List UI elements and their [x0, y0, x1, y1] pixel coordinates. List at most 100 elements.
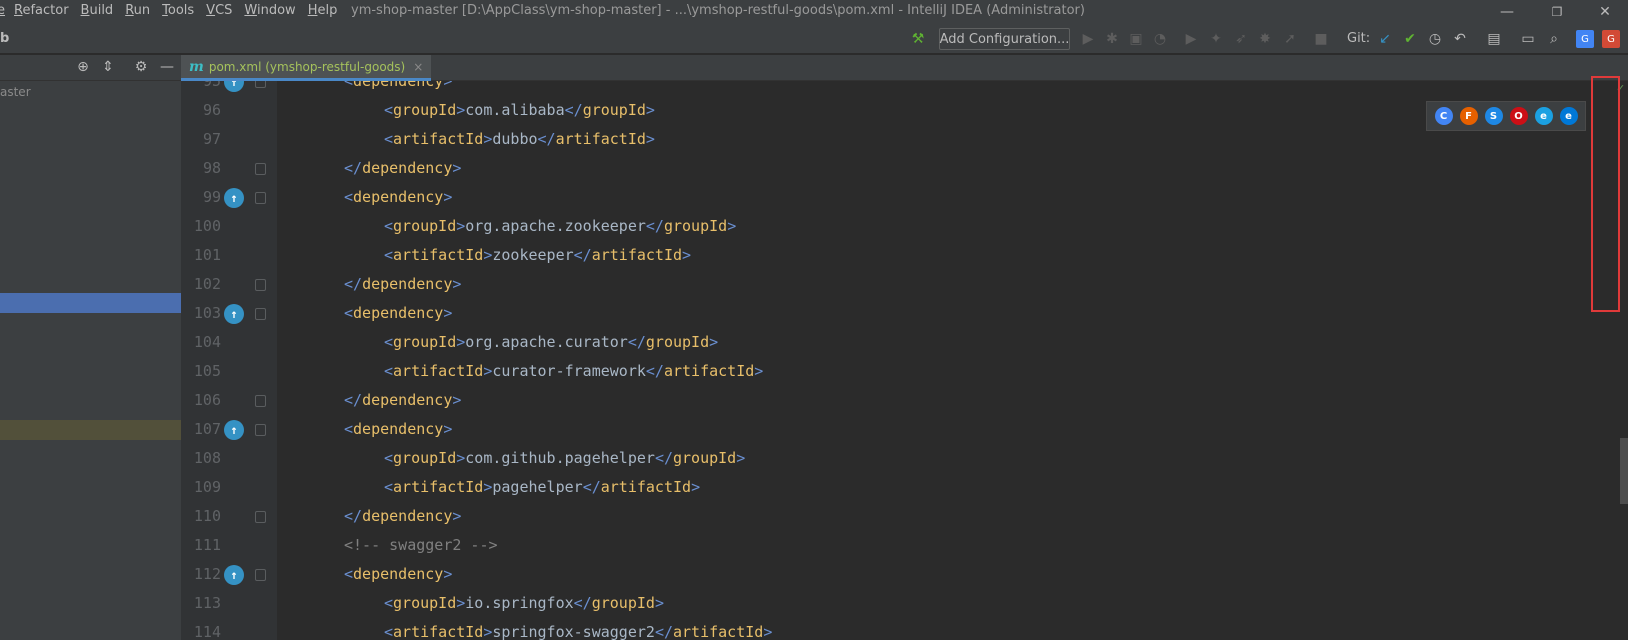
code-text: <!-- swagger2 -->: [344, 531, 498, 560]
fold-marker-icon[interactable]: [255, 395, 266, 407]
minimize-button[interactable]: —: [1484, 0, 1530, 24]
bracket: >: [456, 217, 466, 235]
menu-item-5[interactable]: VCS: [206, 3, 232, 18]
code-editor[interactable]: 95 ↑ <dependency> 96 <groupId>com.alibaba</g…: [181, 81, 1628, 640]
fold-marker-icon[interactable]: [255, 192, 266, 204]
maven-dependency-gutter-icon[interactable]: ↑: [224, 81, 244, 92]
code-line[interactable]: 103 ↑ <dependency>: [181, 299, 1581, 328]
fold-marker-icon[interactable]: [255, 163, 266, 175]
search-icon[interactable]: ⌕: [1545, 30, 1563, 48]
git-update-icon[interactable]: ↙: [1376, 30, 1394, 48]
ie-icon[interactable]: e: [1534, 107, 1553, 125]
fold-marker-icon[interactable]: [255, 279, 266, 291]
firefox-icon[interactable]: F: [1459, 107, 1478, 125]
code-line[interactable]: 101 <artifactId>zookeeper</artifactId>: [181, 241, 1581, 270]
history-icon[interactable]: ◷: [1426, 30, 1444, 48]
code-line[interactable]: 96 <groupId>com.alibaba</groupId>: [181, 96, 1581, 125]
fold-marker-icon[interactable]: [255, 308, 266, 320]
code-line[interactable]: 113 <groupId>io.springfox</groupId>: [181, 589, 1581, 618]
highlighted-tree-item[interactable]: [0, 420, 181, 440]
attach-icon[interactable]: ✦: [1207, 30, 1225, 48]
build-hammer-icon[interactable]: ⚒: [909, 30, 927, 48]
maven-dependency-gutter-icon[interactable]: ↑: [224, 420, 244, 440]
menu-item-1[interactable]: Refactor: [14, 3, 69, 18]
bracket: </: [564, 101, 583, 119]
code-line[interactable]: 107 ↑ <dependency>: [181, 415, 1581, 444]
run-anything-icon[interactable]: ▶: [1182, 30, 1200, 48]
selected-tree-item[interactable]: [0, 293, 181, 313]
restore-button[interactable]: ❐: [1534, 0, 1580, 24]
safari-icon[interactable]: S: [1484, 107, 1503, 125]
maven-dependency-gutter-icon[interactable]: ↑: [224, 304, 244, 324]
xml-tag: dependency: [353, 420, 444, 438]
locate-icon[interactable]: ⊕: [74, 58, 92, 76]
gear-icon[interactable]: ⚙: [132, 58, 150, 76]
xml-value: pagehelper: [492, 478, 583, 496]
maven-dependency-gutter-icon[interactable]: ↑: [224, 188, 244, 208]
close-window-button[interactable]: ✕: [1582, 0, 1628, 24]
code-line[interactable]: 98 </dependency>: [181, 154, 1581, 183]
code-line[interactable]: 108 <groupId>com.github.pagehelper</group…: [181, 444, 1581, 473]
menu-item-2[interactable]: Build: [81, 3, 114, 18]
chrome-icon[interactable]: C: [1434, 107, 1453, 125]
code-line[interactable]: 114 <artifactId>springfox-swagger2</artif…: [181, 618, 1581, 640]
code-line[interactable]: 110 </dependency>: [181, 502, 1581, 531]
maven-dependency-gutter-icon[interactable]: ↑: [224, 565, 244, 585]
stop-icon[interactable]: ■: [1312, 30, 1330, 48]
code-line[interactable]: 112 ↑ <dependency>: [181, 560, 1581, 589]
tab-pom-xml[interactable]: m pom.xml (ymshop-restful-goods) ×: [181, 55, 432, 81]
opera-icon[interactable]: O: [1509, 107, 1528, 125]
hide-panel-icon[interactable]: —: [158, 58, 176, 76]
code-text: </dependency>: [344, 386, 461, 415]
code-line[interactable]: 105 <artifactId>curator-framework</artifa…: [181, 357, 1581, 386]
add-configuration-button[interactable]: Add Configuration...: [939, 28, 1070, 50]
close-tab-icon[interactable]: ×: [413, 60, 423, 74]
collapse-all-icon[interactable]: ⇕: [99, 58, 117, 76]
menu-item-4[interactable]: Tools: [162, 3, 194, 18]
project-tree-root[interactable]: aster: [0, 85, 31, 99]
code-line[interactable]: 109 <artifactId>pagehelper</artifactId>: [181, 473, 1581, 502]
debug-icon[interactable]: ✱: [1103, 30, 1121, 48]
run-icon[interactable]: ▶: [1079, 30, 1097, 48]
code-line[interactable]: 102 </dependency>: [181, 270, 1581, 299]
code-line[interactable]: 111 <!-- swagger2 -->: [181, 531, 1581, 560]
code-line[interactable]: 104 <groupId>org.apache.curator</groupId>: [181, 328, 1581, 357]
fold-marker-icon[interactable]: [255, 81, 266, 88]
xml-value: io.springfox: [465, 594, 574, 612]
bracket: >: [736, 449, 746, 467]
bracket: <: [384, 101, 394, 119]
xml-tag: groupId: [393, 594, 457, 612]
deploy-icon[interactable]: ➶: [1232, 30, 1250, 48]
update-icon[interactable]: ✸: [1256, 30, 1274, 48]
bracket: >: [456, 594, 466, 612]
menu-item-6[interactable]: Window: [244, 3, 295, 18]
fold-marker-icon[interactable]: [255, 569, 266, 581]
fold-marker-icon[interactable]: [255, 511, 266, 523]
bracket: </: [573, 246, 592, 264]
rollback-icon[interactable]: ↶: [1451, 30, 1469, 48]
line-number: 101: [193, 246, 221, 264]
edge-icon[interactable]: e: [1559, 107, 1578, 125]
xml-value: zookeeper: [492, 246, 574, 264]
bracket: </: [344, 391, 363, 409]
menu-item-7[interactable]: Help: [308, 3, 338, 18]
coverage-icon[interactable]: ▣: [1127, 30, 1145, 48]
terminal-icon[interactable]: ▭: [1519, 30, 1537, 48]
maven-icon: m: [189, 58, 204, 75]
code-line[interactable]: 100 <groupId>org.apache.zookeeper</groupI…: [181, 212, 1581, 241]
git-commit-icon[interactable]: ✔: [1401, 30, 1419, 48]
code-line[interactable]: 99 ↑ <dependency>: [181, 183, 1581, 212]
bracket: >: [682, 246, 692, 264]
project-structure-icon[interactable]: ▤: [1485, 30, 1503, 48]
translate-alt-icon[interactable]: G: [1602, 30, 1620, 48]
code-line[interactable]: 97 <artifactId>dubbo</artifactId>: [181, 125, 1581, 154]
editor-scrollbar-thumb[interactable]: [1620, 438, 1628, 504]
code-line[interactable]: 95 ↑ <dependency>: [181, 81, 1581, 96]
profile-icon[interactable]: ◔: [1151, 30, 1169, 48]
code-line[interactable]: 106 </dependency>: [181, 386, 1581, 415]
menu-item-3[interactable]: Run: [125, 3, 150, 18]
apply-changes-icon[interactable]: ➚: [1281, 30, 1299, 48]
fold-marker-icon[interactable]: [255, 424, 266, 436]
translate-icon[interactable]: G: [1576, 30, 1594, 48]
menu-item-0[interactable]: e: [0, 3, 5, 18]
